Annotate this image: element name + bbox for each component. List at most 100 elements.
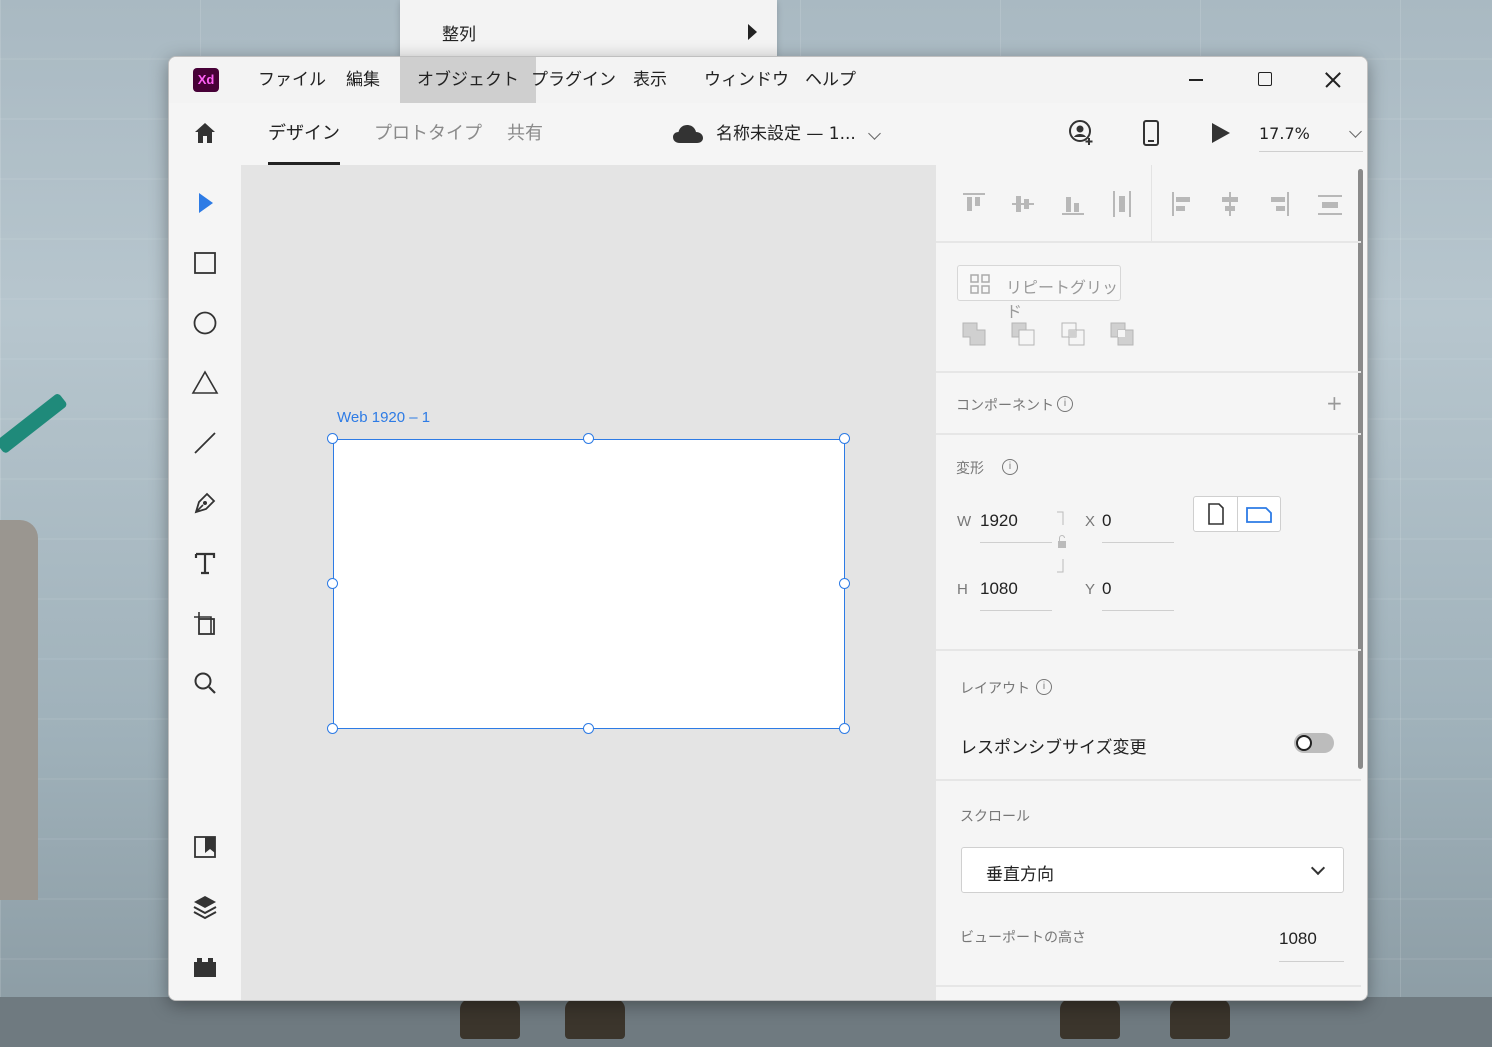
tool-rail <box>169 165 241 1000</box>
menu-view[interactable]: 表示 <box>616 57 684 103</box>
zoom-chevron-icon[interactable] <box>1349 125 1362 138</box>
wallpaper-detail <box>565 999 625 1039</box>
height-value[interactable]: 1080 <box>980 579 1018 599</box>
responsive-resize-toggle[interactable] <box>1294 733 1334 753</box>
viewport-height-value[interactable]: 1080 <box>1279 929 1317 949</box>
zoom-underline <box>1259 151 1363 152</box>
panel-divider <box>936 649 1361 651</box>
submenu-item-label: 整列 <box>442 25 476 45</box>
y-label: Y <box>1085 581 1096 598</box>
distribute-horizontal-icon[interactable] <box>1316 189 1342 219</box>
transform-title: 変形 <box>956 461 984 477</box>
align-top-icon[interactable] <box>961 189 987 219</box>
artboard-tool-icon[interactable] <box>191 609 219 637</box>
intersect-boolean-icon[interactable] <box>1060 321 1086 347</box>
add-boolean-icon[interactable] <box>961 321 987 347</box>
document-assets-icon[interactable] <box>191 833 219 861</box>
ellipse-tool-icon[interactable] <box>191 309 219 337</box>
design-canvas[interactable]: Web 1920 – 1 <box>241 165 936 1000</box>
align-bottom-icon[interactable] <box>1060 189 1086 219</box>
resize-handle[interactable] <box>327 578 338 589</box>
landscape-icon[interactable] <box>1246 505 1272 523</box>
toolbar: デザイン プロトタイプ 共有 名称未設定 — 1... 17.7% <box>169 103 1367 165</box>
repeat-grid-icon <box>970 274 990 294</box>
align-right-icon[interactable] <box>1266 189 1292 219</box>
width-value[interactable]: 1920 <box>980 511 1018 531</box>
scroll-direction-select[interactable]: 垂直方向 <box>961 847 1344 893</box>
resize-handle[interactable] <box>583 433 594 444</box>
panel-divider <box>936 241 1361 243</box>
resize-handle[interactable] <box>839 433 850 444</box>
width-underline <box>980 542 1052 543</box>
menu-help[interactable]: ヘルプ <box>788 57 873 103</box>
plugins-icon[interactable] <box>191 953 219 981</box>
x-value[interactable]: 0 <box>1102 511 1111 531</box>
layout-info-icon[interactable]: i <box>1036 679 1052 695</box>
components-title: コンポーネント <box>956 398 1054 414</box>
line-tool-icon[interactable] <box>191 429 219 457</box>
height-underline <box>980 610 1052 611</box>
layout-title: レイアウト <box>960 681 1030 697</box>
portrait-icon[interactable] <box>1206 503 1226 525</box>
resize-handle[interactable] <box>839 578 850 589</box>
rectangle-tool-icon[interactable] <box>191 249 219 277</box>
y-value[interactable]: 0 <box>1102 579 1111 599</box>
pen-tool-icon[interactable] <box>191 489 219 517</box>
artboard[interactable] <box>333 439 845 729</box>
wallpaper-detail <box>460 999 520 1039</box>
panel-scrollbar[interactable] <box>1358 169 1363 769</box>
x-underline <box>1102 542 1174 543</box>
tab-prototype[interactable]: プロトタイプ <box>374 103 482 165</box>
chevron-down-icon[interactable] <box>868 127 881 140</box>
layers-icon[interactable] <box>191 893 219 921</box>
document-title[interactable]: 名称未設定 — 1... <box>716 103 856 165</box>
wallpaper-floor <box>0 997 1492 1047</box>
tab-share[interactable]: 共有 <box>507 103 543 165</box>
maximize-button[interactable] <box>1235 57 1295 103</box>
chevron-down-icon <box>1310 860 1326 876</box>
components-info-icon[interactable]: i <box>1057 396 1073 412</box>
share-user-icon[interactable] <box>1068 119 1096 147</box>
width-label: W <box>957 513 972 530</box>
resize-handle[interactable] <box>327 723 338 734</box>
panel-divider <box>936 779 1361 781</box>
artboard-label[interactable]: Web 1920 – 1 <box>337 409 430 426</box>
align-middle-icon[interactable] <box>1010 189 1036 219</box>
align-left-icon[interactable] <box>1169 189 1195 219</box>
select-tool-icon[interactable] <box>191 189 219 217</box>
align-divider <box>1151 165 1152 241</box>
repeat-grid-button[interactable]: リピートグリッド <box>957 265 1121 321</box>
zoom-tool-icon[interactable] <box>191 669 219 697</box>
exclude-boolean-icon[interactable] <box>1109 321 1135 347</box>
height-label: H <box>957 581 968 598</box>
subtract-boolean-icon[interactable] <box>1010 321 1036 347</box>
home-icon[interactable] <box>193 121 217 145</box>
close-button[interactable] <box>1302 57 1362 103</box>
menubar: Xd ファイル 編集 オブジェクト プラグイン 表示 ウィンドウ ヘルプ <box>169 57 1367 103</box>
menu-edit[interactable]: 編集 <box>329 57 397 103</box>
distribute-vertical-icon[interactable] <box>1109 189 1135 219</box>
xd-window: Xd ファイル 編集 オブジェクト プラグイン 表示 ウィンドウ ヘルプ デザイ… <box>168 56 1368 1001</box>
menu-file[interactable]: ファイル <box>241 57 343 103</box>
scroll-direction-value: 垂直方向 <box>986 865 1054 885</box>
device-preview-icon[interactable] <box>1137 119 1165 147</box>
cloud-icon <box>673 125 703 143</box>
resize-handle[interactable] <box>839 723 850 734</box>
align-center-icon[interactable] <box>1217 189 1243 219</box>
lock-aspect-icon[interactable] <box>1054 511 1070 573</box>
submenu-align[interactable]: 整列 <box>400 0 777 56</box>
tab-design[interactable]: デザイン <box>268 103 340 165</box>
property-inspector: リピートグリッド コンポーネント i + 変形 i W 1920 X 0 H 1… <box>936 165 1367 1000</box>
add-component-button[interactable]: + <box>1326 391 1343 415</box>
text-tool-icon[interactable] <box>191 549 219 577</box>
resize-handle[interactable] <box>583 723 594 734</box>
play-icon[interactable] <box>1206 119 1234 147</box>
panel-divider <box>936 433 1361 435</box>
triangle-tool-icon[interactable] <box>191 369 219 397</box>
zoom-level[interactable]: 17.7% <box>1259 103 1310 165</box>
orientation-divider <box>1237 497 1238 531</box>
minimize-button[interactable] <box>1165 57 1225 103</box>
resize-handle[interactable] <box>327 433 338 444</box>
repeat-grid-label: リピートグリッド <box>1006 278 1119 321</box>
transform-info-icon[interactable]: i <box>1002 459 1018 475</box>
